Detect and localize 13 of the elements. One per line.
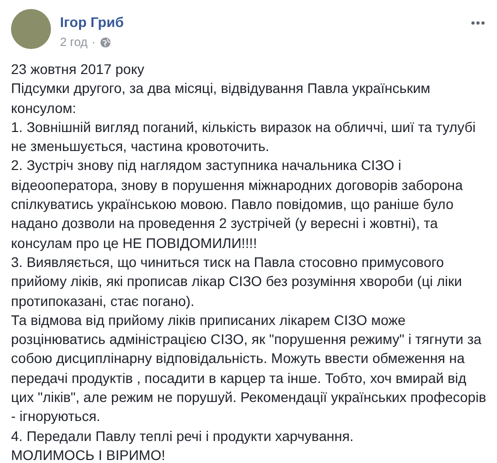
post-paragraph: МОЛИМОСЬ І ВІРИМО! <box>11 446 166 463</box>
post-paragraph: 3. Виявляється, що чиниться тиск на Павла стосовно примусового прийому ліків, які прописав лікар СІЗО без розуміння хвороби (ці ліки протипоказані, стає погано). <box>11 252 463 311</box>
post-paragraph: 23 жовтня 2017 року <box>11 60 146 79</box>
separator: · <box>92 34 96 50</box>
author-name[interactable]: Ігор Гриб <box>60 13 471 31</box>
globe-icon <box>100 36 111 48</box>
post-paragraph: Підсумки другого, за два місяці, відвідування Павла українським консулом: <box>11 79 432 118</box>
avatar[interactable] <box>11 9 51 49</box>
post-paragraph: Та відмова від прийому ліків приписаних лікарем СІЗО може розцінюватись адміністрацією СІЗО, як "порушення режиму" і тягнути за собою дисциплінарну відповідальність. Можуть ввести обмеження на передачі продуктів , посадити в карцер та інше. Тобто, хоч вмирай від цих "ліків", але режим не порушуй. Рекомендації українських професорів - ігноруються. <box>11 310 487 426</box>
post-paragraph: 1. Зовнішній вигляд поганий, кількість виразок на обличчі, шиї та тулубі не зменьшується, частина кровоточить. <box>11 118 477 156</box>
post-paragraph: 2. Зустріч знову під наглядом заступника начальника СІЗО і відеооператора, знову в порушення міжнародних договорів заборона спілкуватись українською мовою. Павло повідомив, що раніше було надано дозволи на проведення 2 зустрічей (у вересні і жовтні), та консулам про це НЕ ПОВІДОМИЛИ!!!! <box>11 156 464 253</box>
more-options-icon[interactable] <box>471 21 485 25</box>
post-paragraph: 4. Передали Павлу теплі речі і продукти харчування. <box>11 426 355 446</box>
